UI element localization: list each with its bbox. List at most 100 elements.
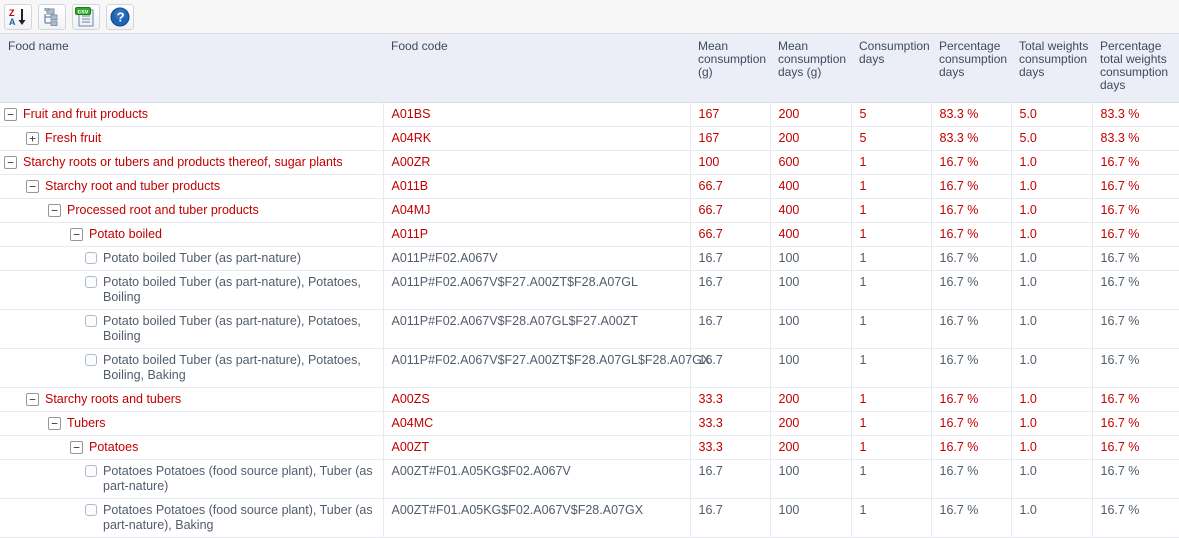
collapse-toggle-icon[interactable]: − <box>26 393 39 406</box>
value-cell: 16.7 % <box>931 198 1011 222</box>
value-cell: 1.0 <box>1011 150 1092 174</box>
value-cell: 16.7 % <box>1092 198 1179 222</box>
value-cell: 1 <box>851 174 931 198</box>
column-header-consumption-days[interactable]: Consumption days <box>851 34 931 102</box>
value-cell: 1.0 <box>1011 348 1092 387</box>
row-checkbox[interactable] <box>85 465 97 477</box>
food-code-cell: A00ZS <box>383 387 690 411</box>
value-cell: 1 <box>851 459 931 498</box>
row-checkbox[interactable] <box>85 315 97 327</box>
value-cell: 16.7 <box>690 459 770 498</box>
value-cell: 100 <box>770 270 851 309</box>
food-code-cell: A011B <box>383 174 690 198</box>
value-cell: 600 <box>770 150 851 174</box>
table-row[interactable]: Potato boiled Tuber (as part-nature), Po… <box>0 309 1179 348</box>
collapse-toggle-icon[interactable]: − <box>48 417 61 430</box>
value-cell: 167 <box>690 126 770 150</box>
row-checkbox[interactable] <box>85 354 97 366</box>
food-code-cell: A011P#F02.A067V$F28.A07GL$F27.A00ZT <box>383 309 690 348</box>
column-header-percentage-consumption-days[interactable]: Percentage consumption days <box>931 34 1011 102</box>
value-cell: 83.3 % <box>931 102 1011 126</box>
column-header-food-code[interactable]: Food code <box>383 34 690 102</box>
value-cell: 1.0 <box>1011 270 1092 309</box>
food-name-cell: +Fresh fruit <box>0 126 383 150</box>
column-header-total-weights[interactable]: Total weights consumption days <box>1011 34 1092 102</box>
value-cell: 16.7 % <box>1092 387 1179 411</box>
food-code-cell: A011P#F02.A067V$F27.A00ZT$F28.A07GL <box>383 270 690 309</box>
value-cell: 16.7 % <box>1092 174 1179 198</box>
value-cell: 16.7 % <box>1092 348 1179 387</box>
table-row[interactable]: +Fresh fruitA04RK167200583.3 %5.083.3 % <box>0 126 1179 150</box>
column-header-mean-consumption-days[interactable]: Mean consumption days (g) <box>770 34 851 102</box>
value-cell: 100 <box>770 348 851 387</box>
value-cell: 5.0 <box>1011 126 1092 150</box>
value-cell: 1.0 <box>1011 222 1092 246</box>
table-row[interactable]: Potatoes Potatoes (food source plant), T… <box>0 459 1179 498</box>
table-row[interactable]: Potato boiled Tuber (as part-nature), Po… <box>0 270 1179 309</box>
table-row[interactable]: −Processed root and tuber productsA04MJ6… <box>0 198 1179 222</box>
column-header-food-name[interactable]: Food name <box>0 34 383 102</box>
food-code-cell: A011P <box>383 222 690 246</box>
table-row[interactable]: −Starchy roots or tubers and products th… <box>0 150 1179 174</box>
food-name-cell: Potato boiled Tuber (as part-nature) <box>0 246 383 270</box>
column-header-mean-consumption[interactable]: Mean consumption (g) <box>690 34 770 102</box>
value-cell: 200 <box>770 387 851 411</box>
collapse-toggle-icon[interactable]: − <box>48 204 61 217</box>
value-cell: 16.7 <box>690 498 770 537</box>
value-cell: 16.7 % <box>1092 459 1179 498</box>
food-name-label: Potato boiled Tuber (as part-nature), Po… <box>103 314 381 344</box>
food-name-label: Potato boiled <box>89 227 381 242</box>
food-code-cell: A011P#F02.A067V <box>383 246 690 270</box>
collapse-toggle-icon[interactable]: − <box>4 108 17 121</box>
value-cell: 16.7 % <box>931 246 1011 270</box>
value-cell: 1.0 <box>1011 435 1092 459</box>
food-name-cell: −Starchy roots and tubers <box>0 387 383 411</box>
value-cell: 1.0 <box>1011 459 1092 498</box>
table-row[interactable]: Potato boiled Tuber (as part-nature)A011… <box>0 246 1179 270</box>
food-name-cell: Potato boiled Tuber (as part-nature), Po… <box>0 270 383 309</box>
value-cell: 100 <box>770 459 851 498</box>
collapse-toggle-icon[interactable]: − <box>70 228 83 241</box>
value-cell: 200 <box>770 102 851 126</box>
row-checkbox[interactable] <box>85 504 97 516</box>
food-code-cell: A04MJ <box>383 198 690 222</box>
table-row[interactable]: Potatoes Potatoes (food source plant), T… <box>0 498 1179 537</box>
table-row[interactable]: −Starchy roots and tubersA00ZS33.3200116… <box>0 387 1179 411</box>
help-button[interactable]: ? <box>106 4 134 30</box>
svg-text:?: ? <box>117 9 125 24</box>
table-row[interactable]: −TubersA04MC33.3200116.7 %1.016.7 % <box>0 411 1179 435</box>
table-row[interactable]: Potato boiled Tuber (as part-nature), Po… <box>0 348 1179 387</box>
food-name-cell: Potatoes Potatoes (food source plant), T… <box>0 498 383 537</box>
collapse-toggle-icon[interactable]: − <box>4 156 17 169</box>
expand-toggle-icon[interactable]: + <box>26 132 39 145</box>
food-name-label: Fruit and fruit products <box>23 107 381 122</box>
food-name-cell: −Potatoes <box>0 435 383 459</box>
food-name-label: Starchy roots or tubers and products the… <box>23 155 381 170</box>
table-row[interactable]: −Starchy root and tuber productsA011B66.… <box>0 174 1179 198</box>
tree-hierarchy-button[interactable] <box>38 4 66 30</box>
value-cell: 1 <box>851 150 931 174</box>
value-cell: 66.7 <box>690 174 770 198</box>
food-code-cell: A04MC <box>383 411 690 435</box>
row-checkbox[interactable] <box>85 252 97 264</box>
value-cell: 1.0 <box>1011 174 1092 198</box>
food-name-cell: −Processed root and tuber products <box>0 198 383 222</box>
value-cell: 16.7 % <box>1092 309 1179 348</box>
value-cell: 1.0 <box>1011 309 1092 348</box>
row-checkbox[interactable] <box>85 276 97 288</box>
value-cell: 16.7 <box>690 246 770 270</box>
value-cell: 1 <box>851 270 931 309</box>
table-row[interactable]: −Potato boiledA011P66.7400116.7 %1.016.7… <box>0 222 1179 246</box>
collapse-toggle-icon[interactable]: − <box>70 441 83 454</box>
table-row[interactable]: −Fruit and fruit productsA01BS167200583.… <box>0 102 1179 126</box>
value-cell: 16.7 <box>690 270 770 309</box>
value-cell: 1 <box>851 498 931 537</box>
value-cell: 66.7 <box>690 222 770 246</box>
help-icon: ? <box>110 7 130 27</box>
sort-descending-button[interactable]: Z A <box>4 4 32 30</box>
export-csv-button[interactable]: csv <box>72 4 100 30</box>
value-cell: 1 <box>851 222 931 246</box>
column-header-percentage-total-weights[interactable]: Percentage total weights consumption day… <box>1092 34 1179 102</box>
collapse-toggle-icon[interactable]: − <box>26 180 39 193</box>
table-row[interactable]: −PotatoesA00ZT33.3200116.7 %1.016.7 % <box>0 435 1179 459</box>
